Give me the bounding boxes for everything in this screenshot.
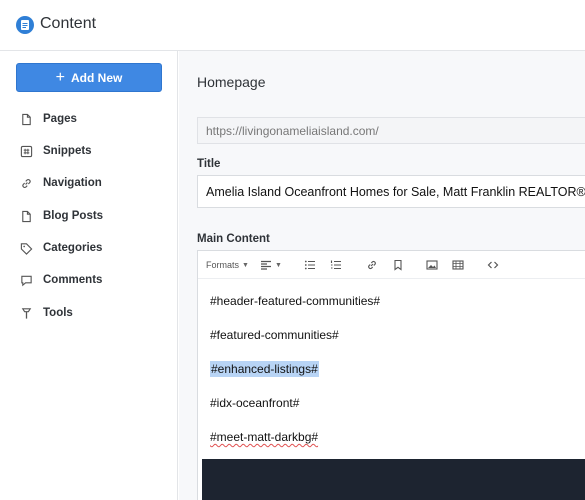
sidebar-item-label: Snippets <box>43 145 92 157</box>
title-label: Title <box>197 158 221 170</box>
sidebar-item-label: Navigation <box>43 177 102 189</box>
selected-text: #enhanced-listings# <box>210 361 319 377</box>
editor-toolbar: Formats ▼ ▼ <box>198 251 585 279</box>
file-icon <box>22 113 31 125</box>
hash-icon <box>20 145 33 157</box>
content-line-wrapper: #meet-matt-darkbg# <box>210 430 318 444</box>
title-input[interactable]: Amelia Island Oceanfront Homes for Sale,… <box>197 175 585 208</box>
sidebar-item-blog-posts[interactable]: Blog Posts <box>20 206 103 226</box>
content-line: #featured-communities# <box>210 328 339 342</box>
sidebar-item-label: Comments <box>43 274 103 286</box>
media-button[interactable] <box>452 258 464 272</box>
misspelled-text: #meet-matt-darkbg# <box>210 430 319 444</box>
caret-down-icon: ▼ <box>275 261 282 269</box>
sidebar-item-label: Pages <box>43 113 77 125</box>
link-icon <box>368 260 376 270</box>
sidebar-item-comments[interactable]: Comments <box>20 270 102 290</box>
url-field[interactable]: https://livingonameliaisland.com/ <box>197 117 585 144</box>
sidebar-item-categories[interactable]: Categories <box>20 238 102 258</box>
rich-text-editor[interactable]: Formats ▼ ▼ #header-featured-communities… <box>197 250 585 500</box>
sidebar-item-navigation[interactable]: Navigation <box>20 173 102 193</box>
main-content-label: Main Content <box>197 233 270 245</box>
comment-icon <box>21 275 32 286</box>
image-button[interactable] <box>426 258 438 272</box>
top-bar: Content <box>0 0 585 51</box>
formats-label: Formats <box>206 260 240 270</box>
sidebar-item-snippets[interactable]: Snippets <box>20 141 92 161</box>
bookmark-button[interactable] <box>392 258 404 272</box>
numbered-list-icon <box>330 260 341 270</box>
source-code-button[interactable] <box>487 258 499 272</box>
image-icon <box>426 260 438 270</box>
app-title: Content <box>40 15 97 32</box>
add-new-label: Add New <box>71 70 123 85</box>
sidebar-item-pages[interactable]: Pages <box>20 109 77 129</box>
sidebar-item-label: Blog Posts <box>43 210 104 222</box>
content-line: #idx-oceanfront# <box>210 396 300 410</box>
numbered-list-button[interactable] <box>330 258 342 272</box>
sidebar-item-label: Tools <box>43 307 73 319</box>
page-title: Homepage <box>197 74 266 90</box>
sidebar-item-tools[interactable]: Tools <box>20 303 73 323</box>
wrench-icon <box>21 307 32 319</box>
main-panel: Homepage https://livingonameliaisland.co… <box>179 51 585 500</box>
caret-down-icon: ▼ <box>242 261 249 269</box>
file-icon <box>22 210 31 222</box>
document-icon <box>16 16 34 34</box>
code-icon <box>487 261 499 269</box>
sidebar-item-label: Categories <box>43 242 103 254</box>
content-line: #header-featured-communities# <box>210 294 381 308</box>
content-line-wrapper: #enhanced-listings# <box>210 361 319 377</box>
formats-dropdown[interactable]: Formats ▼ <box>206 258 249 272</box>
bookmark-icon <box>394 259 402 271</box>
bullet-list-icon <box>304 260 315 270</box>
link-icon <box>22 178 31 188</box>
link-button[interactable] <box>366 258 378 272</box>
add-new-button[interactable]: + Add New <box>16 63 162 92</box>
sidebar: + Add New Pages Snippets Navigation Blog… <box>0 51 178 500</box>
dark-content-block <box>202 459 585 500</box>
bullet-list-button[interactable] <box>304 258 316 272</box>
video-icon <box>452 260 464 270</box>
align-dropdown[interactable]: ▼ <box>260 258 282 272</box>
align-left-icon <box>261 260 271 270</box>
tag-icon <box>20 242 33 255</box>
plus-icon: + <box>55 68 65 86</box>
